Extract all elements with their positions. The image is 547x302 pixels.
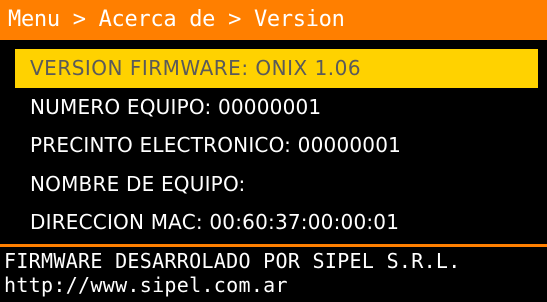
menu-panel: VERSION FIRMWARE: ONIX 1.06 NUMERO EQUIP… — [0, 40, 547, 244]
list-item-version-firmware[interactable]: VERSION FIRMWARE: ONIX 1.06 — [15, 49, 538, 88]
info-list: VERSION FIRMWARE: ONIX 1.06 NUMERO EQUIP… — [15, 49, 538, 242]
list-item-nombre-equipo[interactable]: NOMBRE DE EQUIPO: — [15, 165, 538, 204]
device-screen: Menu > Acerca de > Version VERSION FIRMW… — [0, 0, 547, 302]
list-item-numero-equipo[interactable]: NUMERO EQUIPO: 00000001 — [15, 88, 538, 127]
list-item-precinto-electronico[interactable]: PRECINTO ELECTRONICO: 00000001 — [15, 126, 538, 165]
footer-credit: FIRMWARE DESARROLADO POR SIPEL S.R.L. — [4, 249, 461, 273]
footer: FIRMWARE DESARROLADO POR SIPEL S.R.L. ht… — [0, 247, 547, 302]
footer-url: http://www.sipel.com.ar — [4, 273, 288, 297]
breadcrumb: Menu > Acerca de > Version — [0, 0, 547, 40]
list-item-direccion-mac[interactable]: DIRECCION MAC: 00:60:37:00:00:01 — [15, 203, 538, 242]
